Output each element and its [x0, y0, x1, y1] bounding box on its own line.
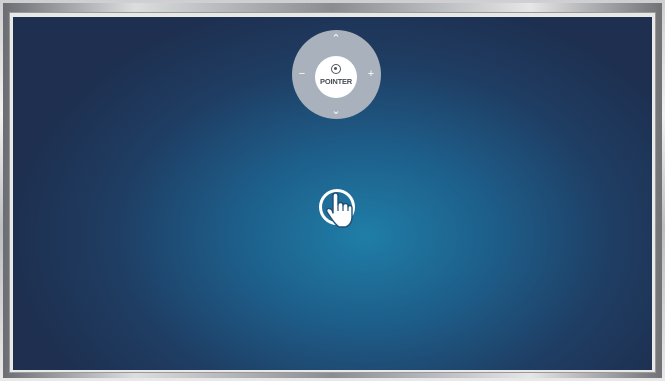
tv-frame: ⌃ ⌄ − + POINTER [0, 0, 665, 381]
pointer-label: POINTER [320, 77, 352, 86]
pointer-button[interactable]: POINTER [315, 56, 357, 98]
up-arrow-button[interactable]: ⌃ [329, 34, 343, 45]
directional-pad: ⌃ ⌄ − + POINTER [292, 30, 381, 119]
hand-pointer-icon [319, 189, 355, 228]
target-icon [331, 64, 341, 74]
down-arrow-button[interactable]: ⌄ [329, 106, 343, 117]
minus-button[interactable]: − [295, 69, 309, 80]
tv-screen: ⌃ ⌄ − + POINTER [13, 17, 652, 370]
plus-button[interactable]: + [364, 69, 378, 80]
